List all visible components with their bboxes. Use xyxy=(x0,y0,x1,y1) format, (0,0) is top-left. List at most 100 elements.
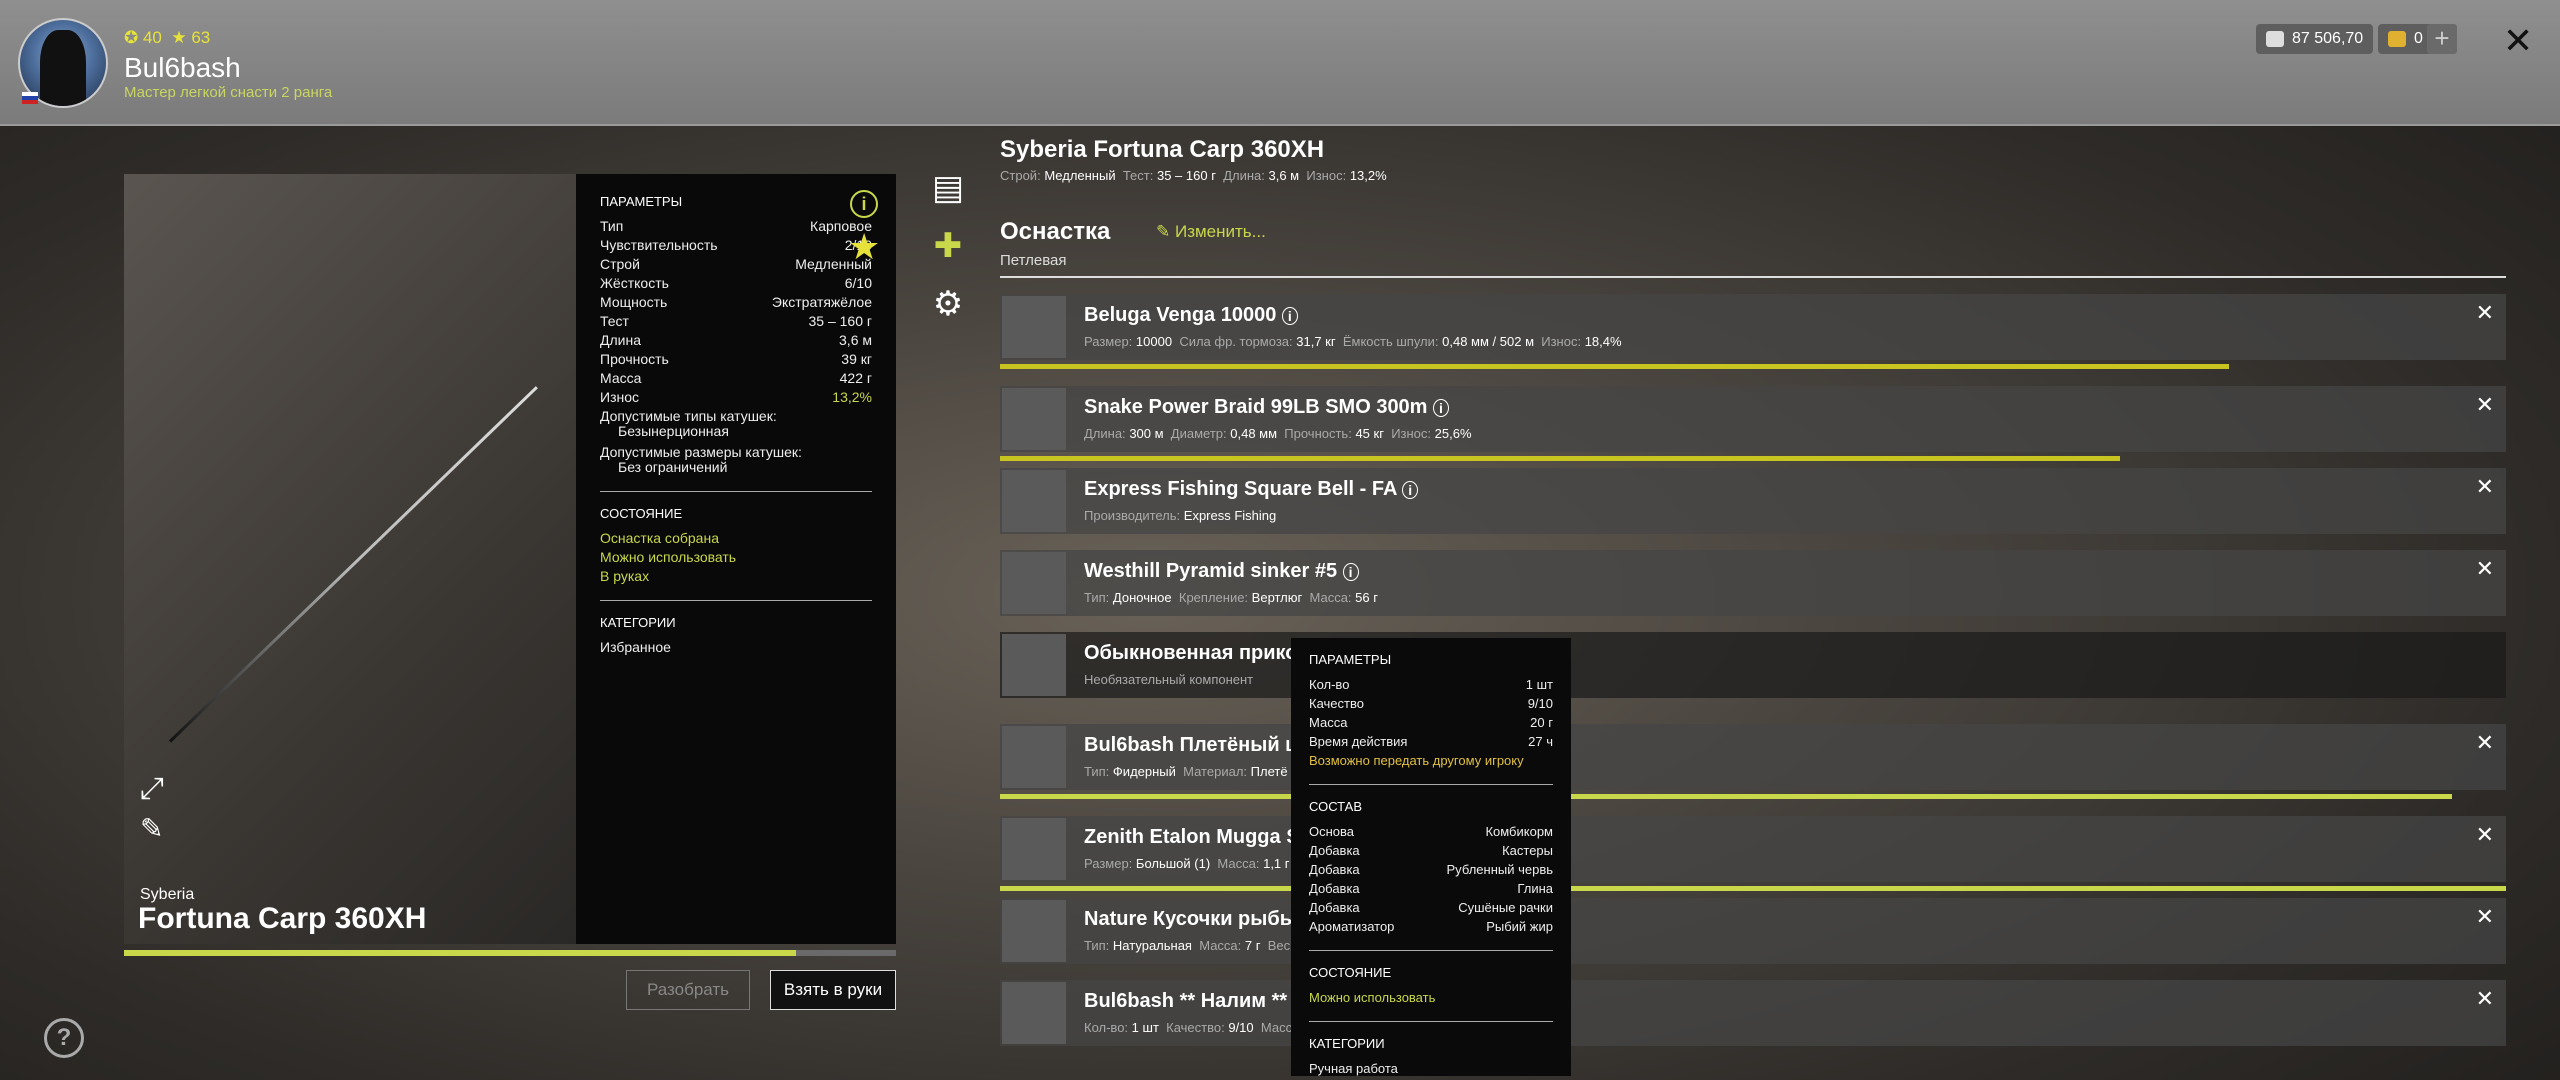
rod-title: Syberia Fortuna Carp 360XH xyxy=(1000,136,1325,163)
top-bar xyxy=(0,0,2560,126)
param-label: Прочность xyxy=(600,351,669,367)
slot-wear-bar xyxy=(1000,886,2506,891)
edit-icon: ✎ xyxy=(1156,222,1171,241)
divider xyxy=(600,600,872,601)
desc-label: Масса: xyxy=(1309,590,1352,605)
desc-label: Материал: xyxy=(1183,764,1248,779)
info-icon[interactable]: i xyxy=(850,190,878,218)
param-row: Жёсткость 6/10 xyxy=(600,274,872,293)
remove-icon[interactable]: ✕ xyxy=(2476,904,2494,930)
slot-name-text: Westhill Pyramid sinker #5 xyxy=(1084,560,1338,582)
rig-slot[interactable]: Bul6bash ** Налим ** i Кол-во: 1 шт Качес… xyxy=(1000,980,2506,1046)
param-value: 27 ч xyxy=(1528,734,1553,749)
remove-icon[interactable]: ✕ xyxy=(2476,556,2494,582)
slot-wear-bar xyxy=(1000,456,2121,461)
slot-name-text: Bul6bash ** Налим ** xyxy=(1084,990,1288,1012)
puzzle-icon[interactable]: ✚ xyxy=(928,226,968,266)
desc-label: Длина: xyxy=(1084,426,1126,441)
param-value: 39 кг xyxy=(841,351,872,367)
rig-slot[interactable]: Beluga Venga 10000 i Размер: 10000 Сила ф… xyxy=(1000,294,2506,360)
level-value: 40 xyxy=(142,28,162,47)
desc-value: Большой (1) xyxy=(1135,856,1211,871)
disassemble-button[interactable]: Разобрать xyxy=(626,970,750,1010)
slot-name: Bul6bash ** Налим ** i xyxy=(1084,990,1309,1013)
desc-value: 45 кг xyxy=(1355,426,1384,441)
gold-value: 0 xyxy=(2414,30,2423,47)
slot-desc: Тип: Доночное Крепление: Вертлюг Масса: … xyxy=(1084,590,1382,605)
param-row: Тип Карповое xyxy=(600,217,872,236)
desc-label: Крепление: xyxy=(1178,590,1249,605)
slot-desc: Кол-во: 1 шт Качество: 9/10 Масса xyxy=(1084,1020,1307,1035)
param-value: 6/10 xyxy=(844,275,872,291)
remove-icon[interactable]: ✕ xyxy=(2476,730,2494,756)
desc-label: Масса: xyxy=(1217,856,1260,871)
rig-slot[interactable]: Snake Power Braid 99LB SMO 300m i Длина: … xyxy=(1000,386,2506,452)
silver-icon xyxy=(2266,31,2284,47)
plus-icon[interactable]: + xyxy=(2427,24,2457,54)
help-icon[interactable]: ? xyxy=(44,1018,84,1058)
desc-label: Износ: xyxy=(1541,334,1582,349)
info-icon[interactable]: i xyxy=(1433,399,1449,417)
pencil-icon[interactable]: ✎ xyxy=(140,812,163,845)
tooltip-category: Ручная работа xyxy=(1309,1061,1398,1076)
desc-label: Производитель: xyxy=(1084,508,1181,523)
param-row: Добавка Кастеры xyxy=(1309,841,1553,860)
rig-slot[interactable]: Обыкновенная прикор Необязательный компон… xyxy=(1000,632,2506,698)
star-icon[interactable]: ★ xyxy=(848,226,880,268)
expand-icon[interactable]: ⤢ xyxy=(140,772,164,806)
remove-icon[interactable]: ✕ xyxy=(2476,392,2494,418)
desc-value: 0,48 мм xyxy=(1230,426,1278,441)
desc-value: 31,7 кг xyxy=(1296,334,1336,349)
info-icon[interactable]: i xyxy=(1402,481,1419,499)
tooltip-transfer: Возможно передать другому игроку xyxy=(1309,753,1524,768)
rig-slot[interactable]: Express Fishing Square Bell - FA i Произв… xyxy=(1000,468,2506,534)
change-rig-button[interactable]: ✎ Изменить... xyxy=(1156,222,1266,242)
remove-icon[interactable]: ✕ xyxy=(2476,300,2494,326)
param-row: Добавка Глина xyxy=(1309,879,1553,898)
divider xyxy=(1309,784,1553,785)
rig-type: Петлевая xyxy=(1000,252,1067,269)
params-header: ПАРАМЕТРЫ xyxy=(600,194,683,209)
tooltip-params: Кол-во 1 шт Качество 9/10 Масса 20 г Время дей… xyxy=(1309,675,1553,751)
summary-label: Длина: xyxy=(1223,168,1265,183)
param-label: Мощность xyxy=(600,294,668,310)
gear-icon[interactable]: ⚙ xyxy=(928,284,968,324)
param-row: Прочность 39 кг xyxy=(600,350,872,369)
item-tooltip: ПАРАМЕТРЫ Кол-во 1 шт Качество 9/10 Масса 20 … xyxy=(1291,638,1571,1076)
desc-label: Ёмкость шпули: xyxy=(1342,334,1439,349)
info-icon[interactable]: i xyxy=(1342,563,1359,581)
player-rank: Мастер легкой снасти 2 ранга xyxy=(124,84,333,101)
desc-label: Диаметр: xyxy=(1170,426,1227,441)
desc-value: 7 г xyxy=(1244,938,1261,953)
desc-value: Вертлюг xyxy=(1251,590,1303,605)
param-label: Добавка xyxy=(1309,881,1360,896)
tooltip-comp-header: СОСТАВ xyxy=(1309,799,1363,814)
notes-icon[interactable]: ▤ xyxy=(928,168,968,208)
info-icon[interactable]: i xyxy=(1281,307,1298,325)
param-value: Сушёные рачки xyxy=(1458,900,1553,915)
divider xyxy=(600,491,872,492)
summary-label: Строй: xyxy=(1000,168,1041,183)
param-value: 422 г xyxy=(839,370,872,386)
desc-label: Кол-во: xyxy=(1084,1020,1129,1035)
rig-slot[interactable]: Nature Кусочки рыбы i Тип: Натуральная Ма… xyxy=(1000,898,2506,964)
desc-label: Качество: xyxy=(1166,1020,1225,1035)
remove-icon[interactable]: ✕ xyxy=(2476,822,2494,848)
rig-slot[interactable]: Bul6bash Плетёный шн iТип: Фидерный Мате… xyxy=(1000,724,2506,790)
param-label: Тип xyxy=(600,218,624,234)
desc-value: Плетё xyxy=(1250,764,1288,779)
slot-name: Express Fishing Square Bell - FA i xyxy=(1084,478,1419,501)
rig-slot[interactable]: Zenith Etalon Mugga S1 iРазмер: Большой … xyxy=(1000,816,2506,882)
silver-balance: 87 506,70 xyxy=(2256,24,2374,54)
desc-value: 10000 xyxy=(1135,334,1173,349)
remove-icon[interactable]: ✕ xyxy=(2476,474,2494,500)
take-in-hands-button[interactable]: Взять в руки xyxy=(770,970,896,1010)
state-item: В руках xyxy=(600,568,650,584)
slot-name: Beluga Venga 10000 i xyxy=(1084,304,1298,327)
rig-slot[interactable]: Westhill Pyramid sinker #5 i Тип: Доночно… xyxy=(1000,550,2506,616)
close-icon[interactable]: ✕ xyxy=(2503,20,2533,62)
desc-value: Доночное xyxy=(1112,590,1172,605)
remove-icon[interactable]: ✕ xyxy=(2476,986,2494,1012)
desc-label: Размер: xyxy=(1084,856,1133,871)
desc-label: Прочность: xyxy=(1284,426,1352,441)
